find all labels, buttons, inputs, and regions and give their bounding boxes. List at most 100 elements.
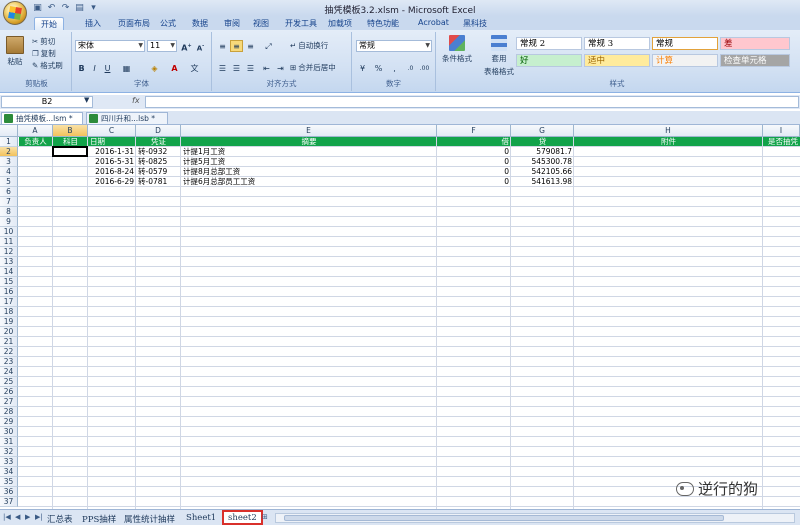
insert-sheet-icon[interactable]: ⊞ bbox=[262, 513, 268, 521]
align-right-button[interactable]: ☰ bbox=[244, 62, 257, 74]
phonetic-button[interactable]: 文 bbox=[188, 62, 201, 74]
border-button[interactable]: ▦ bbox=[120, 62, 133, 74]
sheet-tab-3[interactable]: Sheet1 bbox=[186, 513, 216, 523]
row-header[interactable]: 9 bbox=[0, 217, 18, 227]
data-cell-date[interactable]: 2016-6-29 bbox=[88, 177, 136, 187]
cell-style-0[interactable]: 常规 2 bbox=[516, 37, 582, 50]
tab-0[interactable]: 开始 bbox=[34, 17, 64, 30]
header-cell[interactable]: 凭证 bbox=[136, 137, 181, 147]
data-cell-debit[interactable]: 0 bbox=[437, 177, 511, 187]
row-header[interactable]: 20 bbox=[0, 327, 18, 337]
row-header[interactable]: 21 bbox=[0, 337, 18, 347]
data-cell-summary[interactable]: 计提8月总部工资 bbox=[181, 167, 437, 177]
row-header[interactable]: 1 bbox=[0, 137, 18, 147]
row-header[interactable]: 29 bbox=[0, 417, 18, 427]
column-header-C[interactable]: C bbox=[88, 125, 136, 137]
row-header[interactable]: 28 bbox=[0, 407, 18, 417]
shrink-font-button[interactable]: A- bbox=[194, 40, 207, 52]
tab-4[interactable]: 数据 bbox=[186, 17, 214, 30]
cell-style-6[interactable]: 计算 bbox=[652, 54, 718, 67]
sheet-tab-2[interactable]: 属性统计抽样 bbox=[124, 513, 175, 525]
decrease-decimal-button[interactable]: .00 bbox=[418, 62, 431, 74]
last-sheet-icon[interactable]: ▶| bbox=[35, 513, 43, 521]
data-cell-voucher[interactable]: 转-0825 bbox=[136, 157, 181, 167]
name-box-dropdown-icon[interactable]: ▼ bbox=[84, 96, 89, 104]
row-header[interactable]: 23 bbox=[0, 357, 18, 367]
row-header[interactable]: 11 bbox=[0, 237, 18, 247]
prev-sheet-icon[interactable]: ◀ bbox=[15, 513, 20, 521]
row-header[interactable]: 5 bbox=[0, 177, 18, 187]
column-header-I[interactable]: I bbox=[763, 125, 800, 137]
font-size-select[interactable]: 11 ▼ bbox=[147, 40, 177, 52]
column-header-D[interactable]: D bbox=[136, 125, 181, 137]
tab-7[interactable]: 开发工具 bbox=[279, 17, 323, 30]
first-sheet-icon[interactable]: |◀ bbox=[3, 513, 11, 521]
row-header[interactable]: 24 bbox=[0, 367, 18, 377]
tab-9[interactable]: 特色功能 bbox=[361, 17, 405, 30]
align-middle-button[interactable]: ≡ bbox=[230, 40, 243, 52]
row-header[interactable]: 6 bbox=[0, 187, 18, 197]
tab-11[interactable]: 黑科技 bbox=[457, 17, 493, 30]
row-header[interactable]: 26 bbox=[0, 387, 18, 397]
align-center-button[interactable]: ☰ bbox=[230, 62, 243, 74]
align-top-button[interactable]: ≡ bbox=[216, 40, 229, 52]
row-header[interactable]: 7 bbox=[0, 197, 18, 207]
number-format-select[interactable]: 常规 ▼ bbox=[356, 40, 432, 52]
cell-style-4[interactable]: 好 bbox=[516, 54, 582, 67]
tab-3[interactable]: 公式 bbox=[154, 17, 182, 30]
column-header-G[interactable]: G bbox=[511, 125, 574, 137]
format-painter-button[interactable]: ✎ 格式刷 bbox=[32, 60, 63, 71]
row-header[interactable]: 25 bbox=[0, 377, 18, 387]
tab-2[interactable]: 页面布局 bbox=[112, 17, 156, 30]
grow-font-button[interactable]: A+ bbox=[180, 40, 193, 53]
row-header[interactable]: 35 bbox=[0, 477, 18, 487]
data-cell-credit[interactable]: 545300.78 bbox=[511, 157, 574, 167]
row-header[interactable]: 10 bbox=[0, 227, 18, 237]
conditional-format-button[interactable]: 条件格式 bbox=[442, 35, 472, 64]
font-name-select[interactable]: 宋体 ▼ bbox=[75, 40, 145, 52]
workbook-tab-1[interactable]: 四川升和...lsb * bbox=[86, 112, 168, 124]
paste-button[interactable]: 粘贴 bbox=[6, 36, 24, 67]
scrollbar-thumb[interactable] bbox=[284, 515, 724, 521]
row-header[interactable]: 19 bbox=[0, 317, 18, 327]
data-cell-voucher[interactable]: 转-0579 bbox=[136, 167, 181, 177]
row-header[interactable]: 33 bbox=[0, 457, 18, 467]
data-cell-date[interactable]: 2016-8-24 bbox=[88, 167, 136, 177]
tab-8[interactable]: 加载项 bbox=[322, 17, 358, 30]
cell-style-3[interactable]: 差 bbox=[720, 37, 790, 50]
row-header[interactable]: 32 bbox=[0, 447, 18, 457]
row-header[interactable]: 3 bbox=[0, 157, 18, 167]
data-cell-debit[interactable]: 0 bbox=[437, 167, 511, 177]
row-header[interactable]: 30 bbox=[0, 427, 18, 437]
header-cell[interactable]: 是否抽凭 bbox=[763, 137, 800, 147]
align-left-button[interactable]: ☰ bbox=[216, 62, 229, 74]
column-header-F[interactable]: F bbox=[437, 125, 511, 137]
row-header[interactable]: 12 bbox=[0, 247, 18, 257]
fill-color-button[interactable]: ◈ bbox=[148, 62, 161, 74]
data-cell-voucher[interactable]: 转-0932 bbox=[136, 147, 181, 157]
data-cell-summary[interactable]: 计提1月工资 bbox=[181, 147, 437, 157]
header-cell[interactable]: 附件 bbox=[574, 137, 763, 147]
bold-button[interactable]: B bbox=[75, 62, 88, 74]
data-cell-summary[interactable]: 计提5月工资 bbox=[181, 157, 437, 167]
row-header[interactable]: 22 bbox=[0, 347, 18, 357]
horizontal-scrollbar[interactable] bbox=[275, 513, 795, 523]
column-header-H[interactable]: H bbox=[574, 125, 763, 137]
header-cell[interactable]: 日期 bbox=[88, 137, 136, 147]
cell-style-2[interactable]: 常规 bbox=[652, 37, 718, 50]
header-cell[interactable]: 负责人 bbox=[18, 137, 53, 147]
header-cell[interactable]: 贷 bbox=[511, 137, 574, 147]
data-cell-debit[interactable]: 0 bbox=[437, 147, 511, 157]
row-header[interactable]: 34 bbox=[0, 467, 18, 477]
copy-button[interactable]: ❐ 复制 bbox=[32, 48, 56, 59]
data-cell-date[interactable]: 2016-1-31 bbox=[88, 147, 136, 157]
select-all-corner[interactable] bbox=[0, 125, 18, 137]
cell-style-7[interactable]: 检查单元格 bbox=[720, 54, 790, 67]
sheet-tab-4[interactable]: sheet2 bbox=[222, 510, 263, 525]
italic-button[interactable]: I bbox=[88, 62, 101, 74]
cell-style-5[interactable]: 适中 bbox=[584, 54, 650, 67]
tab-5[interactable]: 审阅 bbox=[218, 17, 246, 30]
align-bottom-button[interactable]: ≡ bbox=[244, 40, 257, 52]
column-header-E[interactable]: E bbox=[181, 125, 437, 137]
tab-6[interactable]: 视图 bbox=[247, 17, 275, 30]
